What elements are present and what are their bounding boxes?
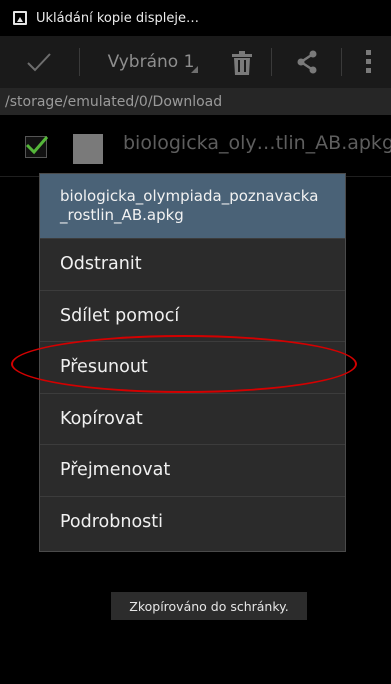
- selected-count-dropdown[interactable]: Vybráno 1: [102, 48, 200, 76]
- menu-item-details[interactable]: Podrobnosti: [40, 495, 345, 548]
- checkmark-icon[interactable]: [26, 52, 52, 76]
- screenshot-icon: [13, 11, 27, 25]
- file-name: biologicka_oly…tlin_AB.apkg: [123, 132, 391, 154]
- path-text: /storage/emulated/0/Download: [5, 93, 223, 110]
- divider: [341, 48, 342, 76]
- annotation-highlight-oval: [11, 335, 357, 393]
- share-icon[interactable]: [295, 50, 319, 78]
- menu-item-copy[interactable]: Kopírovat: [40, 392, 345, 445]
- menu-item-rename[interactable]: Přejmenovat: [40, 444, 345, 496]
- menu-item-share[interactable]: Sdílet pomocí: [40, 289, 345, 342]
- action-bar: Vybráno 1: [0, 36, 391, 88]
- selected-count-label: Vybráno 1: [107, 52, 195, 72]
- overflow-menu-icon[interactable]: [365, 49, 373, 79]
- file-thumbnail-icon: [73, 134, 103, 164]
- path-breadcrumb: /storage/emulated/0/Download: [0, 88, 391, 115]
- divider: [79, 48, 80, 76]
- context-menu-title: biologicka_olympiada_poznavacka_rostlin_…: [40, 174, 345, 238]
- trash-icon[interactable]: [231, 51, 253, 79]
- toast-text: Zkopírováno do schránky.: [129, 598, 289, 614]
- menu-item-delete[interactable]: Odstranit: [40, 238, 345, 290]
- file-row[interactable]: biologicka_oly…tlin_AB.apkg: [0, 115, 391, 177]
- file-checkbox[interactable]: [25, 136, 49, 158]
- status-notification-text: Ukládání kopie displeje…: [36, 10, 199, 26]
- dropdown-corner-icon: [191, 66, 198, 73]
- toast-message: Zkopírováno do schránky.: [111, 592, 307, 620]
- status-bar: Ukládání kopie displeje…: [0, 0, 391, 36]
- divider: [271, 48, 272, 76]
